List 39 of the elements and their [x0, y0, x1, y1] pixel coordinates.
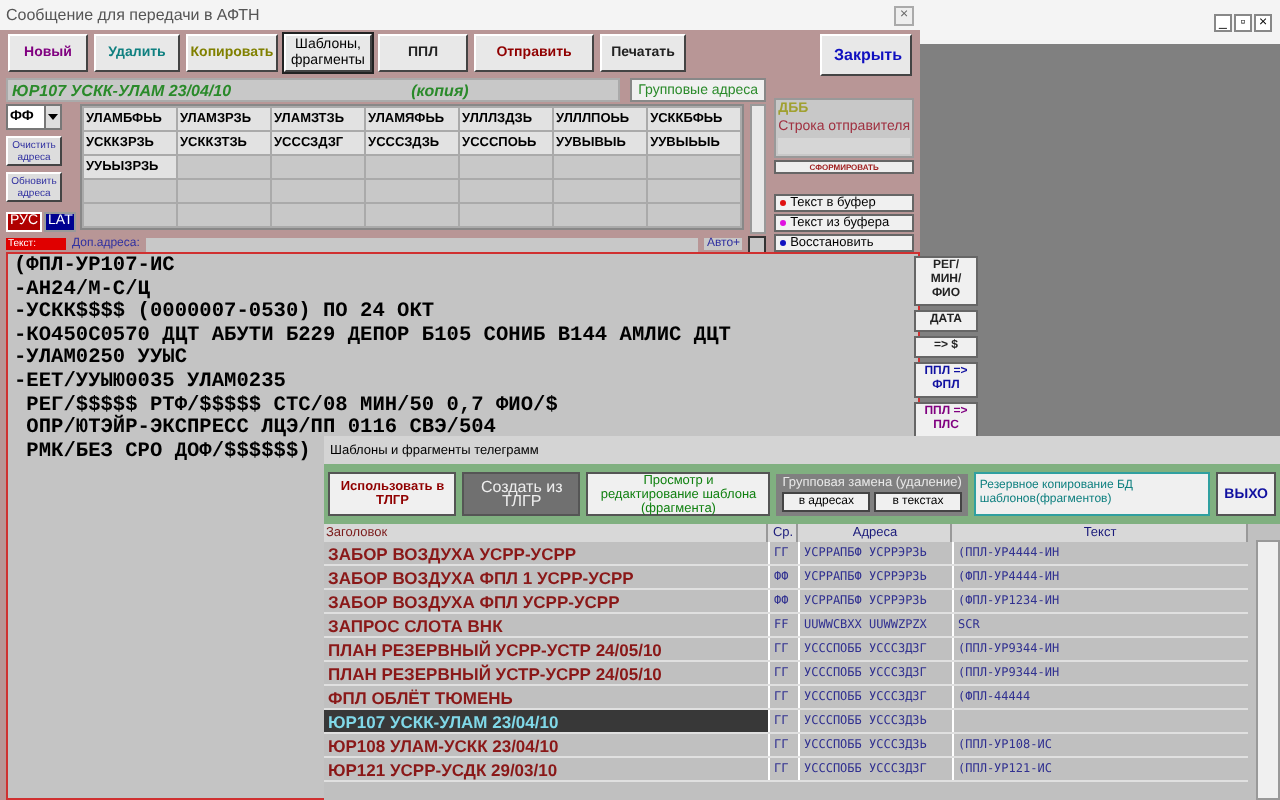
address-cell[interactable] [648, 204, 741, 226]
address-cell[interactable] [178, 204, 271, 226]
scrollbar[interactable] [750, 104, 767, 234]
message-line: -УЛАМ0250 УУЫС [14, 348, 188, 371]
address-cell[interactable] [648, 156, 741, 178]
message-line: -УСКК$$$$ (0000007-0530) ПО 24 ОКТ [14, 302, 435, 326]
extra-address-field[interactable] [145, 237, 699, 251]
address-cell[interactable] [84, 180, 176, 202]
address-cell[interactable] [460, 180, 553, 202]
sender-field[interactable] [778, 138, 910, 154]
message-line: (ФПЛ-УР107-ИС [14, 256, 175, 279]
scrollbar[interactable] [1256, 540, 1280, 800]
address-cell[interactable] [554, 180, 647, 202]
address-cell[interactable] [366, 204, 459, 226]
table-cell: ЮР107 УСКК-УЛАМ 23/04/10 [324, 710, 768, 732]
address-cell[interactable] [460, 204, 553, 226]
message-header-field: ЮР107 УСКК-УЛАМ 23/04/10 (копия) [6, 78, 621, 102]
address-cell[interactable] [648, 180, 741, 202]
address-cell[interactable] [272, 180, 365, 202]
template-button[interactable]: Создать из ТЛГР [462, 472, 581, 516]
caret-icon [48, 114, 58, 120]
message-line: -АН24/М-С/Ц [14, 279, 150, 302]
address-cell[interactable] [366, 156, 459, 178]
address-cell[interactable] [272, 204, 365, 226]
address-cell[interactable] [554, 156, 647, 178]
message-line: РМК/БЕЗ СРО ДОФ/$$$$$$) [24, 441, 311, 465]
address-cell[interactable] [272, 156, 365, 178]
message-line: -КО450С0570 ДЦТ АБУТИ Б229 ДЕПОР Б105 СОНИБ В144 АМЛИС ДЦТ [14, 325, 731, 348]
address-cell[interactable] [178, 156, 271, 178]
message-line: -ЕЕТ/УУЫЮ0035 УЛАМ0235 [14, 371, 286, 395]
message-line: ОПР/ЮТЭЙР-ЭКСПРЕСС ЛЦЭ/ПП 0116 СВЭ/504 [24, 418, 496, 441]
auto-checkbox[interactable] [748, 235, 767, 253]
address-cell[interactable] [460, 156, 553, 178]
window-title: Сообщение для передачи в АФТН [6, 6, 260, 24]
close-button[interactable]: Закрыть [820, 34, 912, 76]
address-cell[interactable] [366, 180, 459, 202]
address-cell[interactable] [554, 204, 647, 226]
address-cell[interactable] [178, 180, 271, 202]
address-cell[interactable] [84, 204, 176, 226]
